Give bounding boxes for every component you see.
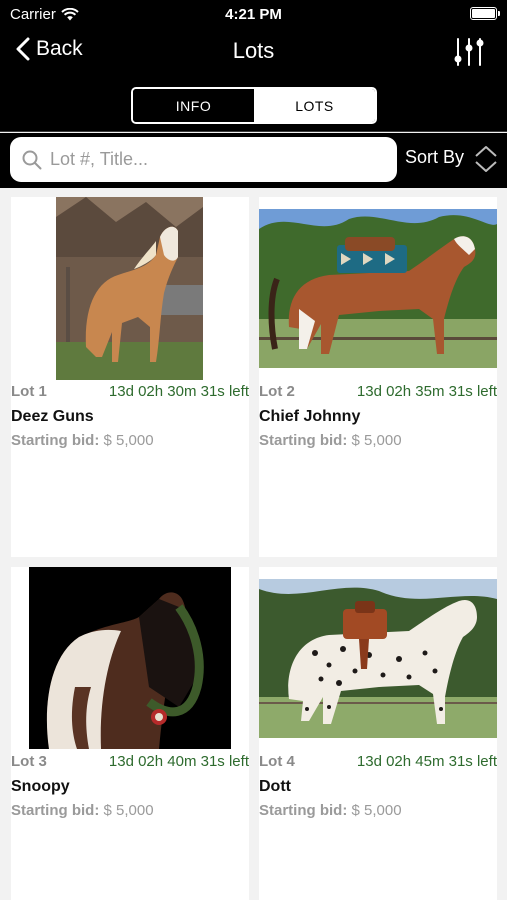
filter-sliders-icon[interactable] bbox=[453, 36, 485, 68]
starting-bid-value: $ 5,000 bbox=[351, 432, 402, 449]
starting-bid-value: $ 5,000 bbox=[103, 802, 154, 819]
search-row: Sort By bbox=[0, 133, 507, 188]
clock: 4:21 PM bbox=[225, 6, 282, 23]
lot-number: Lot 2 bbox=[259, 383, 295, 400]
time-left: 13d 02h 35m 31s left bbox=[356, 383, 497, 400]
search-box[interactable] bbox=[10, 137, 397, 182]
lot-title: Dott bbox=[259, 778, 291, 795]
search-icon bbox=[22, 150, 42, 169]
lots-grid: Lot 1 13d 02h 30m 31s left Deez Guns Sta… bbox=[0, 188, 507, 900]
segment-bar: INFO LOTS bbox=[0, 78, 507, 132]
tab-info[interactable]: INFO bbox=[133, 89, 254, 122]
starting-bid-label: Starting bid: bbox=[259, 432, 348, 449]
search-input[interactable] bbox=[50, 149, 370, 170]
lot-number: Lot 4 bbox=[259, 753, 295, 770]
sort-by-button[interactable]: Sort By bbox=[405, 147, 464, 168]
segmented-control: INFO LOTS bbox=[131, 87, 377, 124]
starting-bid: Starting bid: $ 5,000 bbox=[11, 802, 154, 819]
nav-bar: Back Lots bbox=[0, 28, 507, 78]
time-left: 13d 02h 45m 31s left bbox=[356, 753, 497, 770]
lot-photo-horse bbox=[56, 197, 203, 380]
lot-card[interactable]: Lot 4 13d 02h 45m 31s left Dott Starting… bbox=[259, 567, 497, 900]
lot-title: Chief Johnny bbox=[259, 408, 361, 425]
status-bar: Carrier 4:21 PM bbox=[0, 0, 507, 28]
lot-card[interactable]: Lot 1 13d 02h 30m 31s left Deez Guns Sta… bbox=[11, 197, 249, 557]
starting-bid-value: $ 5,000 bbox=[351, 802, 402, 819]
lot-number: Lot 1 bbox=[11, 383, 47, 400]
lot-photo-horse bbox=[259, 579, 497, 738]
lot-title: Snoopy bbox=[11, 778, 70, 795]
starting-bid-label: Starting bid: bbox=[259, 802, 348, 819]
starting-bid: Starting bid: $ 5,000 bbox=[259, 802, 402, 819]
starting-bid-value: $ 5,000 bbox=[103, 432, 154, 449]
page-title: Lots bbox=[232, 38, 275, 63]
time-left: 13d 02h 30m 31s left bbox=[108, 383, 249, 400]
battery-icon bbox=[470, 7, 500, 20]
time-left: 13d 02h 40m 31s left bbox=[108, 753, 249, 770]
sort-chevrons-icon[interactable] bbox=[474, 145, 498, 173]
lot-number: Lot 3 bbox=[11, 753, 47, 770]
starting-bid-label: Starting bid: bbox=[11, 802, 100, 819]
tab-lots[interactable]: LOTS bbox=[254, 89, 375, 122]
lot-photo-horse bbox=[259, 209, 497, 368]
lot-title: Deez Guns bbox=[11, 408, 94, 425]
starting-bid: Starting bid: $ 5,000 bbox=[259, 432, 402, 449]
lot-photo-horse bbox=[29, 567, 231, 749]
starting-bid: Starting bid: $ 5,000 bbox=[11, 432, 154, 449]
lot-card[interactable]: Lot 2 13d 02h 35m 31s left Chief Johnny … bbox=[259, 197, 497, 557]
lot-card[interactable]: Lot 3 13d 02h 40m 31s left Snoopy Starti… bbox=[11, 567, 249, 900]
starting-bid-label: Starting bid: bbox=[11, 432, 100, 449]
